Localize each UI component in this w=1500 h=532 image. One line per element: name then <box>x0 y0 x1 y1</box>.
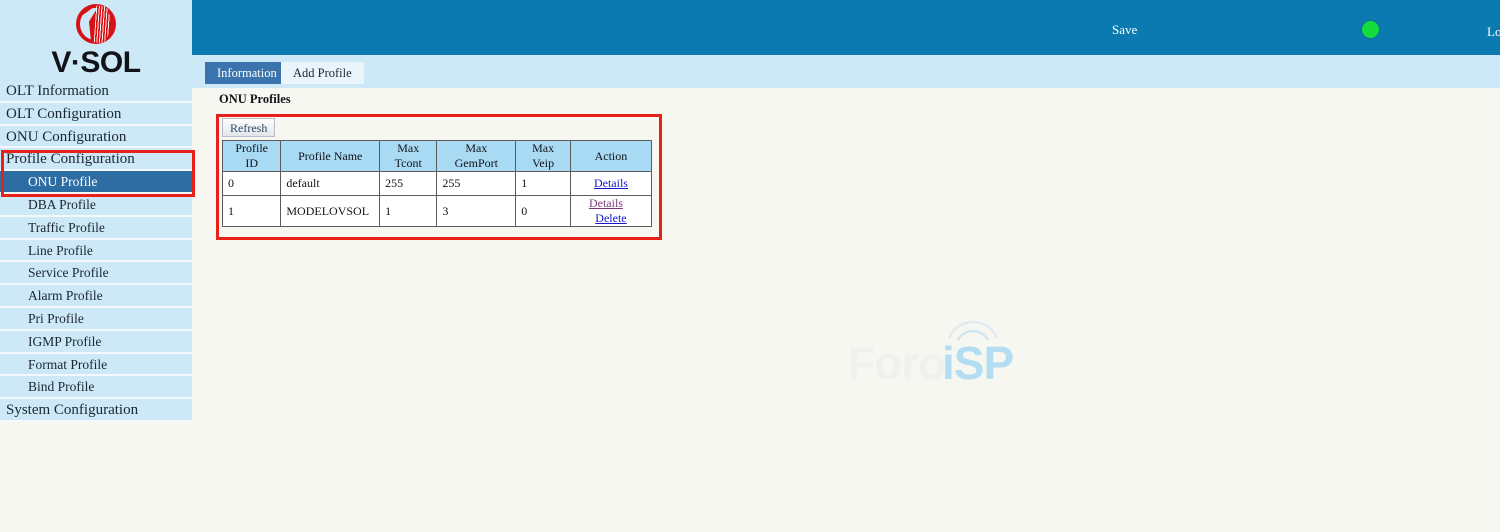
tab-bar: Information Add Profile <box>192 55 1500 88</box>
table-header: Profile ID Profile Name Max Tcont Max Ge… <box>221 140 653 172</box>
details-link[interactable]: Details <box>594 176 628 190</box>
sidebar-item-dba-profile[interactable]: DBA Profile <box>0 193 192 217</box>
cell-profile-name: MODELOVSOL <box>280 195 381 227</box>
status-led-icon <box>1362 21 1379 38</box>
log-button[interactable]: Log <box>1487 24 1500 40</box>
sidebar-item-label: Alarm Profile <box>28 288 103 304</box>
sidebar-item-traffic-profile[interactable]: Traffic Profile <box>0 216 192 240</box>
cell-max-gemport: 3 <box>436 195 517 227</box>
table-row: 0 default 255 255 1 Details <box>221 171 653 196</box>
cell-max-veip: 0 <box>515 195 571 227</box>
app-window: V·SOL OLT Information OLT Configuration … <box>0 0 1500 532</box>
sidebar: V·SOL OLT Information OLT Configuration … <box>0 0 192 422</box>
sidebar-item-label: ONU Profile <box>28 174 98 190</box>
cell-profile-id: 1 <box>221 195 282 227</box>
tab-add-profile[interactable]: Add Profile <box>281 62 364 84</box>
foroisp-watermark: Foro iSP <box>847 316 1057 389</box>
column-header-action: Action <box>569 140 653 172</box>
brand-logo: V·SOL <box>0 0 192 80</box>
table-body: 0 default 255 255 1 Details 1 MODELOVSOL… <box>221 171 653 227</box>
sidebar-item-alarm-profile[interactable]: Alarm Profile <box>0 285 192 308</box>
delete-link[interactable]: Delete <box>595 211 626 225</box>
cell-action: Details <box>569 171 653 196</box>
main-content: ONU Profiles Refresh Profile ID Profile … <box>192 88 1500 532</box>
cell-max-tcont: 255 <box>379 171 438 196</box>
details-link[interactable]: Details <box>589 196 623 210</box>
watermark-text-isp: iSP <box>942 337 1014 389</box>
sidebar-item-label: System Configuration <box>6 402 139 419</box>
signal-tower-icon <box>947 320 999 341</box>
sidebar-item-onu-configuration[interactable]: ONU Configuration <box>0 125 192 149</box>
sidebar-item-profile-configuration[interactable]: Profile Configuration <box>0 148 192 172</box>
sidebar-item-format-profile[interactable]: Format Profile <box>0 353 192 377</box>
brand-name: V·SOL <box>51 46 141 79</box>
sidebar-menu: OLT Information OLT Configuration ONU Co… <box>0 80 192 422</box>
sidebar-item-service-profile[interactable]: Service Profile <box>0 262 192 286</box>
sidebar-item-label: Traffic Profile <box>28 219 105 235</box>
column-header-max-gemport: Max GemPort <box>436 140 517 172</box>
sidebar-item-label: Line Profile <box>28 242 93 258</box>
sidebar-item-label: OLT Configuration <box>6 105 122 122</box>
sidebar-item-label: Profile Configuration <box>6 151 135 168</box>
profiles-panel: Refresh Profile ID Profile Name Max Tcon… <box>218 116 653 230</box>
sidebar-item-label: Service Profile <box>28 265 109 281</box>
sidebar-item-label: IGMP Profile <box>28 333 102 349</box>
table-header-row: Profile ID Profile Name Max Tcont Max Ge… <box>221 140 653 172</box>
save-button[interactable]: Save <box>1112 22 1137 38</box>
sidebar-item-label: ONU Configuration <box>6 128 127 145</box>
page-title: ONU Profiles <box>219 92 291 106</box>
sidebar-item-label: Pri Profile <box>28 310 84 326</box>
sidebar-item-label: DBA Profile <box>28 196 96 212</box>
watermark-text-foro: Foro <box>847 337 946 389</box>
refresh-button[interactable]: Refresh <box>222 118 276 137</box>
cell-max-veip: 1 <box>515 171 571 196</box>
sidebar-item-onu-profile[interactable]: ONU Profile <box>0 171 192 194</box>
sidebar-item-pri-profile[interactable]: Pri Profile <box>0 307 192 331</box>
tab-information[interactable]: Information <box>205 62 289 84</box>
sidebar-item-bind-profile[interactable]: Bind Profile <box>0 376 192 400</box>
cell-max-tcont: 1 <box>379 195 438 227</box>
column-header-profile-id: Profile ID <box>221 140 282 172</box>
column-header-max-veip: Max Veip <box>515 140 571 172</box>
cell-action: DetailsDelete <box>569 195 653 227</box>
sidebar-item-label: OLT Information <box>6 83 109 99</box>
sidebar-item-line-profile[interactable]: Line Profile <box>0 239 192 263</box>
sidebar-item-olt-configuration[interactable]: OLT Configuration <box>0 102 192 126</box>
cell-profile-name: default <box>280 171 381 196</box>
sidebar-item-igmp-profile[interactable]: IGMP Profile <box>0 330 192 354</box>
onu-profiles-table: Profile ID Profile Name Max Tcont Max Ge… <box>221 140 653 227</box>
sidebar-item-olt-information[interactable]: OLT Information <box>0 80 192 103</box>
sidebar-item-label: Bind Profile <box>28 379 95 395</box>
top-header-bar: Save Log Status ONU List Logout <box>192 0 1500 55</box>
column-header-profile-name: Profile Name <box>280 140 381 172</box>
vsol-logo-icon <box>74 3 118 47</box>
cell-profile-id: 0 <box>221 171 282 196</box>
table-row: 1 MODELOVSOL 1 3 0 DetailsDelete <box>221 195 653 227</box>
cell-max-gemport: 255 <box>436 171 517 196</box>
sidebar-item-label: Format Profile <box>28 356 108 372</box>
sidebar-item-system-configuration[interactable]: System Configuration <box>0 399 192 422</box>
column-header-max-tcont: Max Tcont <box>379 140 438 172</box>
